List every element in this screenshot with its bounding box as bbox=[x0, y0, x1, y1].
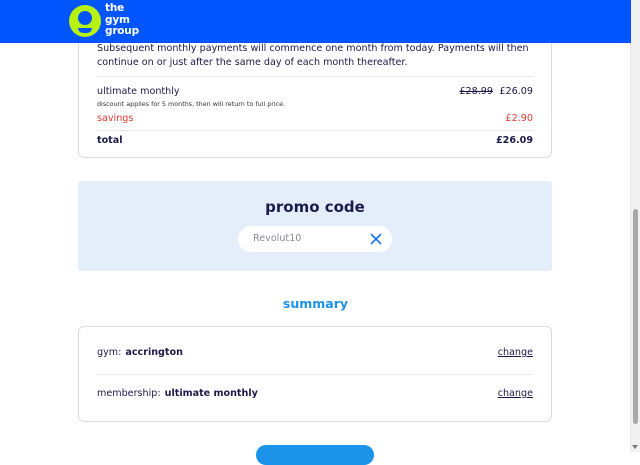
gym-group-logo-icon[interactable] bbox=[69, 5, 101, 37]
promo-code-section: promo code Revolut10 bbox=[78, 181, 552, 271]
summary-row-gym: gym: accrington change bbox=[97, 347, 533, 358]
close-icon[interactable] bbox=[370, 233, 382, 245]
promo-code-input[interactable]: Revolut10 bbox=[238, 226, 392, 252]
scrollbar-thumb[interactable] bbox=[633, 209, 638, 424]
total-label: total bbox=[97, 135, 123, 146]
original-price: £28.99 bbox=[459, 86, 493, 97]
discounted-price: £26.09 bbox=[499, 86, 533, 97]
change-gym-link[interactable]: change bbox=[498, 347, 533, 358]
logo-wordmark[interactable]: the gym group bbox=[105, 2, 139, 38]
total-value: £26.09 bbox=[495, 135, 533, 146]
plan-name: ultimate monthly bbox=[97, 86, 180, 97]
change-membership-link[interactable]: change bbox=[498, 388, 533, 399]
row-value: ultimate monthly bbox=[164, 388, 258, 399]
summary-heading: summary bbox=[282, 296, 349, 311]
savings-value: £2.90 bbox=[505, 113, 533, 124]
plan-discount-note: discount applies for 5 months, then will… bbox=[97, 100, 286, 108]
page-scrollbar[interactable] bbox=[630, 0, 640, 452]
divider bbox=[97, 130, 533, 131]
logo-line: group bbox=[105, 25, 139, 37]
site-header: the gym group bbox=[0, 0, 631, 43]
promo-code-title: promo code bbox=[265, 198, 365, 216]
continue-button[interactable] bbox=[256, 445, 374, 465]
summary-card: gym: accrington change membership: ultimat… bbox=[78, 326, 552, 422]
scroll-down-arrow-icon[interactable] bbox=[632, 445, 638, 449]
row-key: membership: bbox=[97, 388, 161, 399]
logo-line: the bbox=[105, 2, 125, 14]
savings-label: savings bbox=[97, 113, 134, 124]
row-key: gym: bbox=[97, 347, 122, 358]
promo-code-value[interactable]: Revolut10 bbox=[253, 233, 301, 244]
divider bbox=[97, 374, 533, 375]
summary-row-membership: membership: ultimate monthly change bbox=[97, 388, 533, 399]
payment-note: Subsequent monthly payments will commenc… bbox=[97, 43, 529, 68]
row-value: accrington bbox=[125, 347, 183, 358]
divider bbox=[97, 76, 533, 77]
